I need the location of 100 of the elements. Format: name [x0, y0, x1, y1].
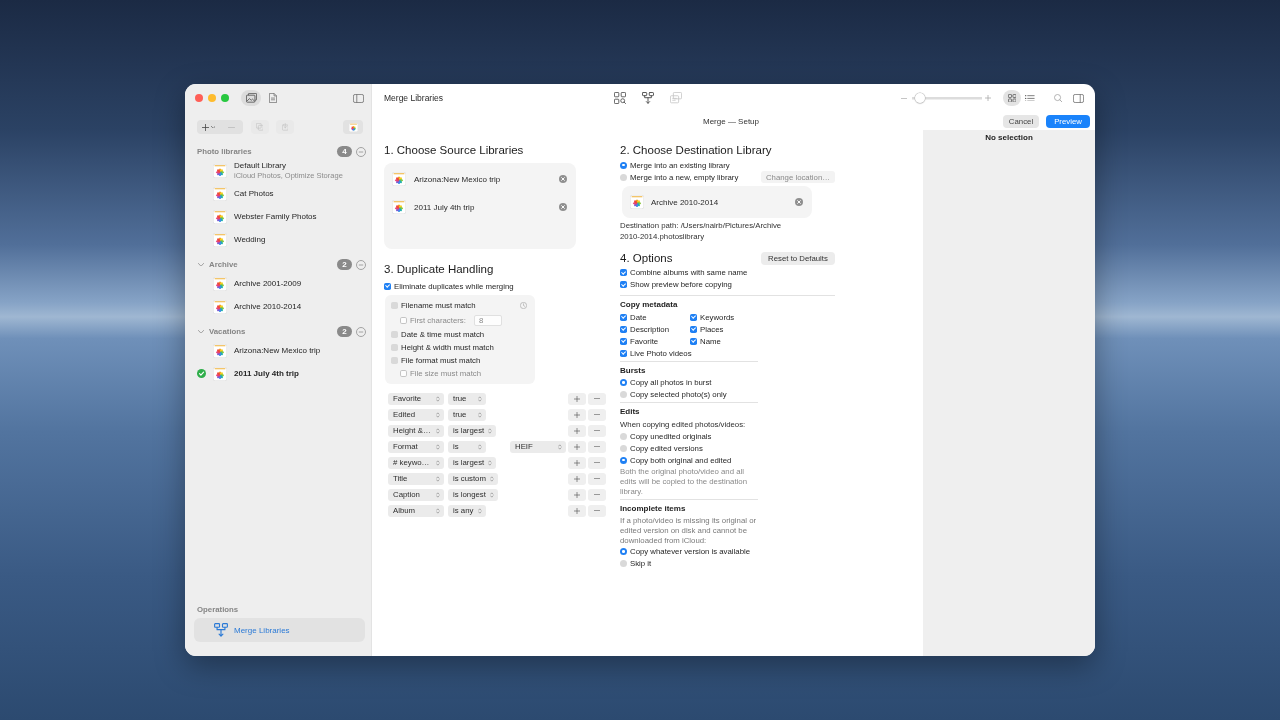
minus-icon[interactable] [901, 97, 907, 99]
plus-icon [201, 123, 209, 131]
library-item[interactable]: Wedding [197, 228, 366, 251]
remove-rule-button[interactable] [588, 456, 606, 469]
duplicate-icon [255, 123, 264, 131]
library-item[interactable]: Archive 2010-2014 [197, 295, 366, 318]
grid-view-button[interactable] [1003, 90, 1021, 106]
library-item[interactable]: Webster Family Photos [197, 205, 366, 228]
sidebar-toggle-button[interactable] [351, 91, 365, 105]
close-icon[interactable] [559, 175, 567, 183]
check-circle-icon [197, 369, 206, 378]
checkbox[interactable] [690, 313, 697, 321]
stacked-windows-icon [670, 92, 682, 104]
radio-button[interactable] [620, 432, 627, 440]
close-button[interactable] [195, 94, 203, 102]
sidebar-icon [352, 93, 364, 103]
close-icon[interactable] [795, 198, 803, 206]
checkbox[interactable] [391, 344, 398, 351]
checkbox[interactable] [391, 331, 398, 338]
plus-icon[interactable] [985, 95, 991, 101]
library-item[interactable]: Arizona:New Mexico trip [197, 339, 366, 362]
flower-icon [348, 122, 358, 132]
minus-icon [594, 462, 600, 463]
add-rule-button[interactable] [568, 488, 586, 501]
clock-icon[interactable] [520, 302, 527, 309]
radio-button[interactable] [620, 173, 627, 181]
plus-icon [574, 491, 580, 498]
remove-rule-button[interactable] [588, 472, 606, 485]
plus-icon [574, 427, 580, 434]
add-rule-button[interactable] [568, 456, 586, 469]
minus-icon [594, 494, 600, 495]
checkbox[interactable] [620, 281, 627, 289]
remove-rule-button[interactable] [588, 504, 606, 517]
remove-rule-button[interactable] [588, 424, 606, 437]
minus-icon [594, 398, 600, 399]
plus-icon [574, 475, 580, 482]
library-item[interactable]: Archive 2001-2009 [197, 272, 366, 295]
minus-circle-icon[interactable] [356, 259, 366, 270]
flower-icon [213, 343, 227, 358]
flower-button[interactable] [343, 120, 363, 134]
count-badge: 4 [337, 146, 352, 157]
minus-icon [594, 510, 600, 511]
minus-circle-icon[interactable] [356, 146, 366, 157]
chevron-icon[interactable] [198, 262, 204, 267]
library-item[interactable]: 2011 July 4th trip [197, 362, 366, 385]
checkbox[interactable] [620, 337, 627, 345]
flower-icon [213, 209, 227, 224]
radio-button[interactable] [620, 379, 627, 386]
operation-item[interactable]: Merge Libraries [194, 618, 365, 642]
remove-rule-button[interactable] [588, 392, 606, 405]
sheet-title: Merge — Setup [703, 116, 759, 126]
checkbox[interactable] [620, 313, 627, 321]
radio-button[interactable] [620, 456, 627, 464]
sidebar-icon [1072, 93, 1084, 103]
add-rule-button[interactable] [568, 408, 586, 421]
radio-button[interactable] [620, 548, 627, 555]
radio-button[interactable] [620, 444, 627, 452]
checkbox[interactable] [391, 302, 398, 309]
minimize-button[interactable] [208, 94, 216, 102]
remove-rule-button[interactable] [588, 440, 606, 453]
grid-search-button[interactable] [611, 90, 629, 106]
minus-icon [594, 478, 600, 479]
import-icon [281, 123, 289, 131]
remove-rule-button[interactable] [588, 488, 606, 501]
checkbox[interactable] [620, 349, 627, 357]
checkbox[interactable] [620, 268, 627, 276]
section-heading: 4. Options [620, 251, 673, 266]
add-rule-button[interactable] [568, 472, 586, 485]
add-rule-button[interactable] [568, 504, 586, 517]
checkbox[interactable] [620, 325, 627, 333]
updown-icon [489, 491, 494, 498]
list-icon [1025, 94, 1035, 102]
library-item[interactable]: Cat Photos [197, 182, 366, 205]
add-rule-button[interactable] [568, 440, 586, 453]
remove-rule-button[interactable] [588, 408, 606, 421]
checkbox[interactable] [690, 337, 697, 345]
radio-button[interactable] [620, 560, 627, 567]
add-rule-button[interactable] [568, 392, 586, 405]
zoom-button[interactable] [221, 94, 229, 102]
search-icon [1053, 93, 1063, 103]
chevron-icon[interactable] [198, 329, 204, 334]
merge-button[interactable] [639, 90, 657, 106]
section-heading: 1. Choose Source Libraries [384, 143, 525, 158]
merge-icon [642, 92, 654, 104]
checkbox[interactable] [690, 325, 697, 333]
add-rule-button[interactable] [568, 424, 586, 437]
minus-circle-icon[interactable] [356, 326, 366, 337]
flower-icon [213, 366, 227, 381]
add-button[interactable] [197, 120, 220, 134]
radio-button[interactable] [620, 161, 627, 169]
slider-thumb[interactable] [915, 93, 925, 103]
section-heading: 3. Duplicate Handling [384, 262, 495, 277]
checkbox[interactable] [384, 282, 391, 290]
minus-icon [594, 414, 600, 415]
checkbox[interactable] [391, 357, 398, 364]
document-icon [269, 93, 277, 103]
radio-button[interactable] [620, 391, 627, 398]
close-icon[interactable] [559, 203, 567, 211]
count-badge: 2 [337, 259, 352, 270]
library-tab[interactable] [241, 90, 261, 106]
